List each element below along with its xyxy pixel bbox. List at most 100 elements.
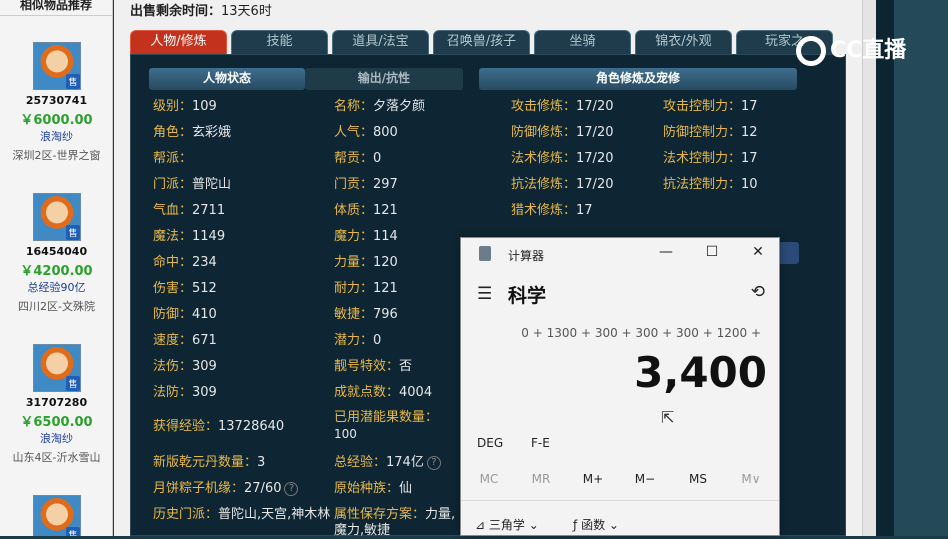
tab-items[interactable]: 道具/法宝	[332, 30, 429, 54]
sale-badge: 售	[66, 376, 80, 391]
item-price: ￥6000.00	[20, 113, 93, 128]
stat-experience: 获得经验：13728640	[153, 419, 285, 434]
sale-badge: 售	[66, 74, 80, 89]
function-icon: ƒ	[573, 518, 578, 532]
sidebar-title: 相似物品推荐	[0, 0, 112, 16]
sale-badge: 售	[66, 527, 80, 536]
tab-character[interactable]: 人物/修炼	[130, 30, 227, 54]
chevron-down-icon: ⌄	[608, 518, 619, 532]
m-minus-button[interactable]: M−	[625, 472, 665, 486]
item-seller[interactable]: 总经验90亿	[0, 279, 112, 298]
avatar[interactable]: 售	[32, 495, 81, 536]
fe-button[interactable]: F-E	[531, 436, 550, 450]
function-dropdown[interactable]: ƒ 函数 ⌄	[573, 516, 619, 533]
stat-potential: 潜力：0	[334, 333, 382, 348]
calculator-window: 计算器 — ☐ ✕ ☰ 科学 ⟲ 0 + 1300 + 300 + 300 + …	[460, 237, 780, 536]
avatar[interactable]: 售	[32, 344, 81, 392]
calculator-titlebar[interactable]: 计算器 — ☐ ✕	[461, 238, 779, 270]
list-item[interactable]: 售 25730741 ￥6000.00 浪淘纱 深圳2区-世界之窗	[0, 42, 112, 163]
stat-race: 原始种族：仙	[334, 481, 413, 496]
item-price: ￥6500.00	[20, 415, 93, 430]
tab-mounts[interactable]: 坐骑	[534, 30, 631, 54]
stat-school-contribution: 门贡：297	[334, 177, 398, 192]
avatar[interactable]: 售	[32, 193, 81, 241]
stat-level: 级别：109	[153, 99, 217, 114]
cc-logo-icon	[796, 36, 826, 66]
m-plus-button[interactable]: M+	[573, 472, 613, 486]
minimize-icon[interactable]: —	[656, 244, 676, 260]
stat-name: 名称：夕落夕颜	[334, 99, 426, 114]
calculator-app-icon	[479, 246, 491, 261]
stat-speed: 速度：671	[153, 333, 217, 348]
cult-hunting: 猎术修炼：17	[511, 203, 593, 218]
stat-contribution: 帮贡：0	[334, 151, 382, 166]
sale-time-value: 13天6时	[221, 4, 272, 19]
mc-button[interactable]: MC	[469, 472, 509, 486]
stat-strength: 力量：120	[334, 255, 398, 270]
stat-role: 角色：玄彩娥	[153, 125, 232, 140]
sale-badge: 售	[66, 225, 80, 240]
maximize-icon[interactable]: ☐	[702, 244, 722, 260]
tab-outfits[interactable]: 锦衣/外观	[635, 30, 732, 54]
tab-bar: 人物/修炼 技能 道具/法宝 召唤兽/孩子 坐骑 锦衣/外观 玩家之	[130, 30, 846, 54]
help-icon[interactable]: ?	[284, 481, 299, 496]
memory-list-button[interactable]: M∨	[731, 472, 771, 486]
tab-skills[interactable]: 技能	[231, 30, 328, 54]
header-cultivation: 角色修炼及宠修	[479, 68, 797, 90]
cult-magic-control: 法术控制力：17	[663, 151, 758, 166]
cult-resist-control: 抗法控制力：10	[663, 177, 758, 192]
help-icon[interactable]: ?	[426, 455, 441, 470]
item-seller[interactable]: 浪淘纱	[0, 128, 112, 147]
menu-icon[interactable]: ☰	[477, 284, 492, 304]
similar-items-sidebar: 相似物品推荐 售 25730741 ￥6000.00 浪淘纱 深圳2区-世界之窗…	[0, 0, 113, 536]
stat-school: 门派：普陀山	[153, 177, 232, 192]
stat-hit: 命中：234	[153, 255, 217, 270]
stat-magic: 魔力：114	[334, 229, 398, 244]
deg-button[interactable]: DEG	[477, 436, 503, 450]
history-icon[interactable]: ⟲	[751, 282, 765, 302]
item-price: ￥4200.00	[20, 264, 93, 279]
mouse-cursor-icon: ⇱	[661, 408, 675, 427]
item-server: 深圳2区-世界之窗	[12, 149, 101, 162]
list-item[interactable]: 售 31707280 ￥6500.00 浪淘纱 山东4区-沂水雪山	[0, 344, 112, 465]
list-item[interactable]: 售 16454040 ￥4200.00 总经验90亿 四川2区-文殊院	[0, 193, 112, 314]
stat-defense: 防御：410	[153, 307, 217, 322]
stat-popularity: 人气：800	[334, 125, 398, 140]
mr-button[interactable]: MR	[521, 472, 561, 486]
calculator-result: 3,400	[634, 348, 767, 397]
scrollbar[interactable]	[862, 0, 876, 536]
cult-attack-control: 攻击控制力：17	[663, 99, 758, 114]
list-item[interactable]: 售	[0, 495, 112, 536]
stat-magic-defense: 法防：309	[153, 385, 217, 400]
stat-damage: 伤害：512	[153, 281, 217, 296]
cult-magic: 法术修炼：17/20	[511, 151, 614, 166]
stat-mp: 魔法：1149	[153, 229, 226, 244]
tab-pets[interactable]: 召唤兽/孩子	[433, 30, 530, 54]
trig-dropdown[interactable]: ⊿ 三角学 ⌄	[475, 516, 539, 533]
divider	[461, 500, 779, 501]
cult-resist: 抗法修炼：17/20	[511, 177, 614, 192]
stat-agility: 敏捷：796	[334, 307, 398, 322]
stat-endurance: 耐力：121	[334, 281, 398, 296]
cc-live-logo: CC直播	[796, 32, 906, 66]
sale-time-label: 出售剩余时间：	[130, 4, 222, 19]
stat-attr-plan: 属性保存方案：力量,魔力,敏捷	[334, 507, 456, 538]
sale-time: 出售剩余时间：13天6时	[130, 0, 272, 19]
stat-magic-damage: 法伤：309	[153, 359, 217, 374]
stat-hp: 气血：2711	[153, 203, 226, 218]
stat-used-fruit: 已用潜能果数量： 100	[334, 410, 439, 441]
cult-attack: 攻击修炼：17/20	[511, 99, 614, 114]
stat-gang: 帮派：	[153, 151, 193, 166]
right-divider	[876, 0, 894, 536]
close-icon[interactable]: ✕	[748, 244, 768, 260]
header-output[interactable]: 输出/抗性	[305, 68, 463, 90]
cult-defense: 防御修炼：17/20	[511, 125, 614, 140]
calculator-title: 计算器	[508, 249, 545, 263]
avatar[interactable]: 售	[32, 42, 81, 90]
header-status[interactable]: 人物状态	[149, 68, 305, 90]
calculator-mode: 科学	[508, 285, 547, 307]
ms-button[interactable]: MS	[678, 472, 718, 486]
stat-special-id: 靓号特效：否	[334, 359, 413, 374]
cult-defense-control: 防御控制力：12	[663, 125, 758, 140]
item-seller[interactable]: 浪淘纱	[0, 430, 112, 449]
